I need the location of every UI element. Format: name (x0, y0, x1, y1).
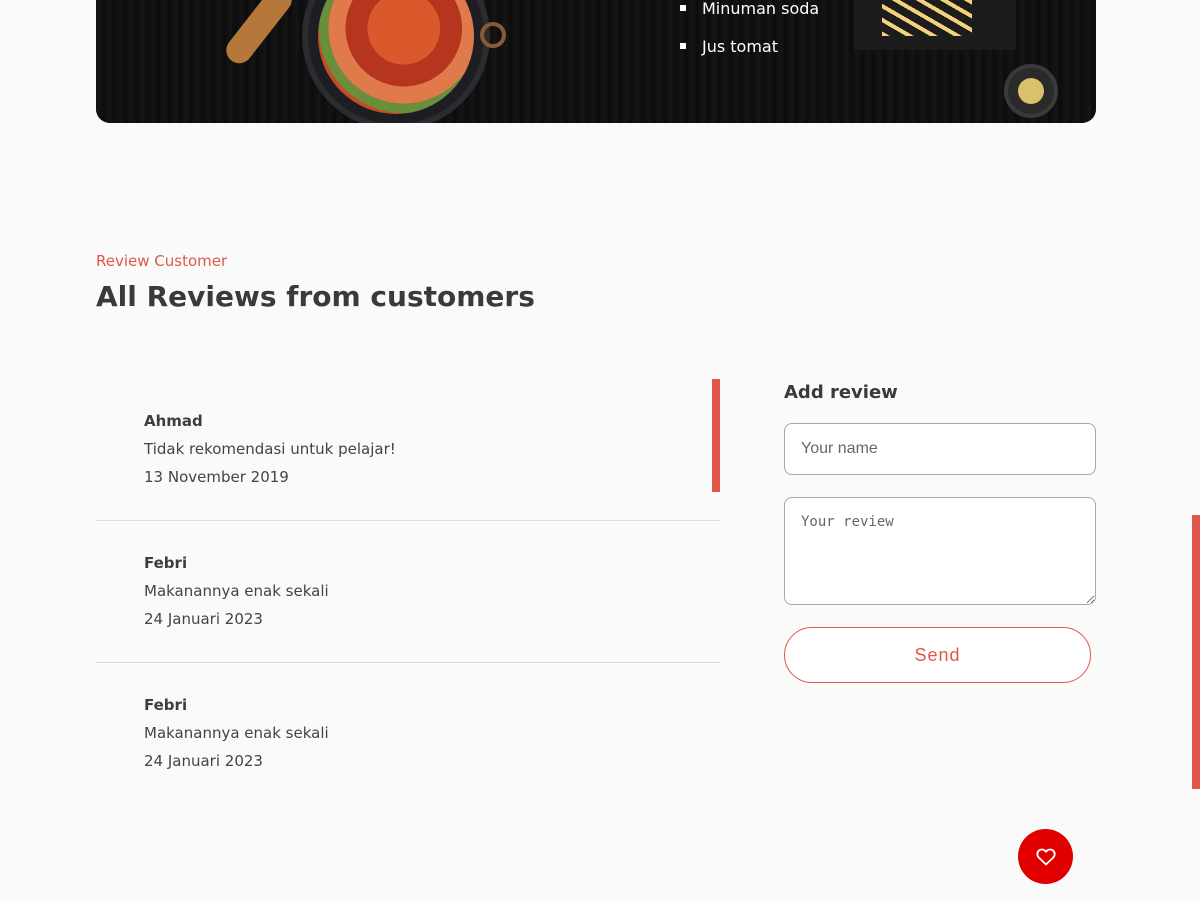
review-list: Ahmad Tidak rekomendasi untuk pelajar! 1… (96, 379, 720, 805)
section-kicker: Review Customer (96, 252, 228, 270)
menu-item: Jus tomat (678, 28, 819, 66)
sauce-bowl-image (1004, 64, 1058, 118)
scroll-indicator (1192, 515, 1200, 789)
heart-icon (1035, 848, 1056, 865)
review-item[interactable]: Febri Makanannya enak sekali 24 Januari … (96, 521, 720, 663)
review-date: 24 Januari 2023 (144, 610, 263, 628)
page-title: All Reviews from customers (96, 280, 535, 313)
favorite-button[interactable] (1018, 829, 1073, 884)
review-date: 24 Januari 2023 (144, 752, 263, 770)
review-date: 13 November 2019 (144, 468, 289, 486)
pan-handle-image (480, 22, 506, 48)
review-author: Febri (144, 696, 188, 714)
name-input[interactable] (784, 423, 1096, 475)
send-button[interactable]: Send (784, 627, 1091, 683)
form-title: Add review (784, 382, 898, 403)
fries-image (882, 0, 972, 36)
review-text: Tidak rekomendasi untuk pelajar! (144, 440, 396, 458)
menu-list: Minuman soda Jus tomat (678, 0, 819, 66)
add-review-form: Add review Send (784, 379, 1096, 683)
review-item[interactable]: Febri Makanannya enak sekali 24 Januari … (96, 663, 720, 805)
review-textarea[interactable] (784, 497, 1096, 605)
review-author: Ahmad (144, 412, 203, 430)
review-text: Makanannya enak sekali (144, 724, 329, 742)
hero-banner: Minuman soda Jus tomat (96, 0, 1096, 123)
review-text: Makanannya enak sekali (144, 582, 329, 600)
review-author: Febri (144, 554, 188, 572)
review-item[interactable]: Ahmad Tidak rekomendasi untuk pelajar! 1… (96, 379, 720, 521)
menu-item: Minuman soda (678, 0, 819, 28)
